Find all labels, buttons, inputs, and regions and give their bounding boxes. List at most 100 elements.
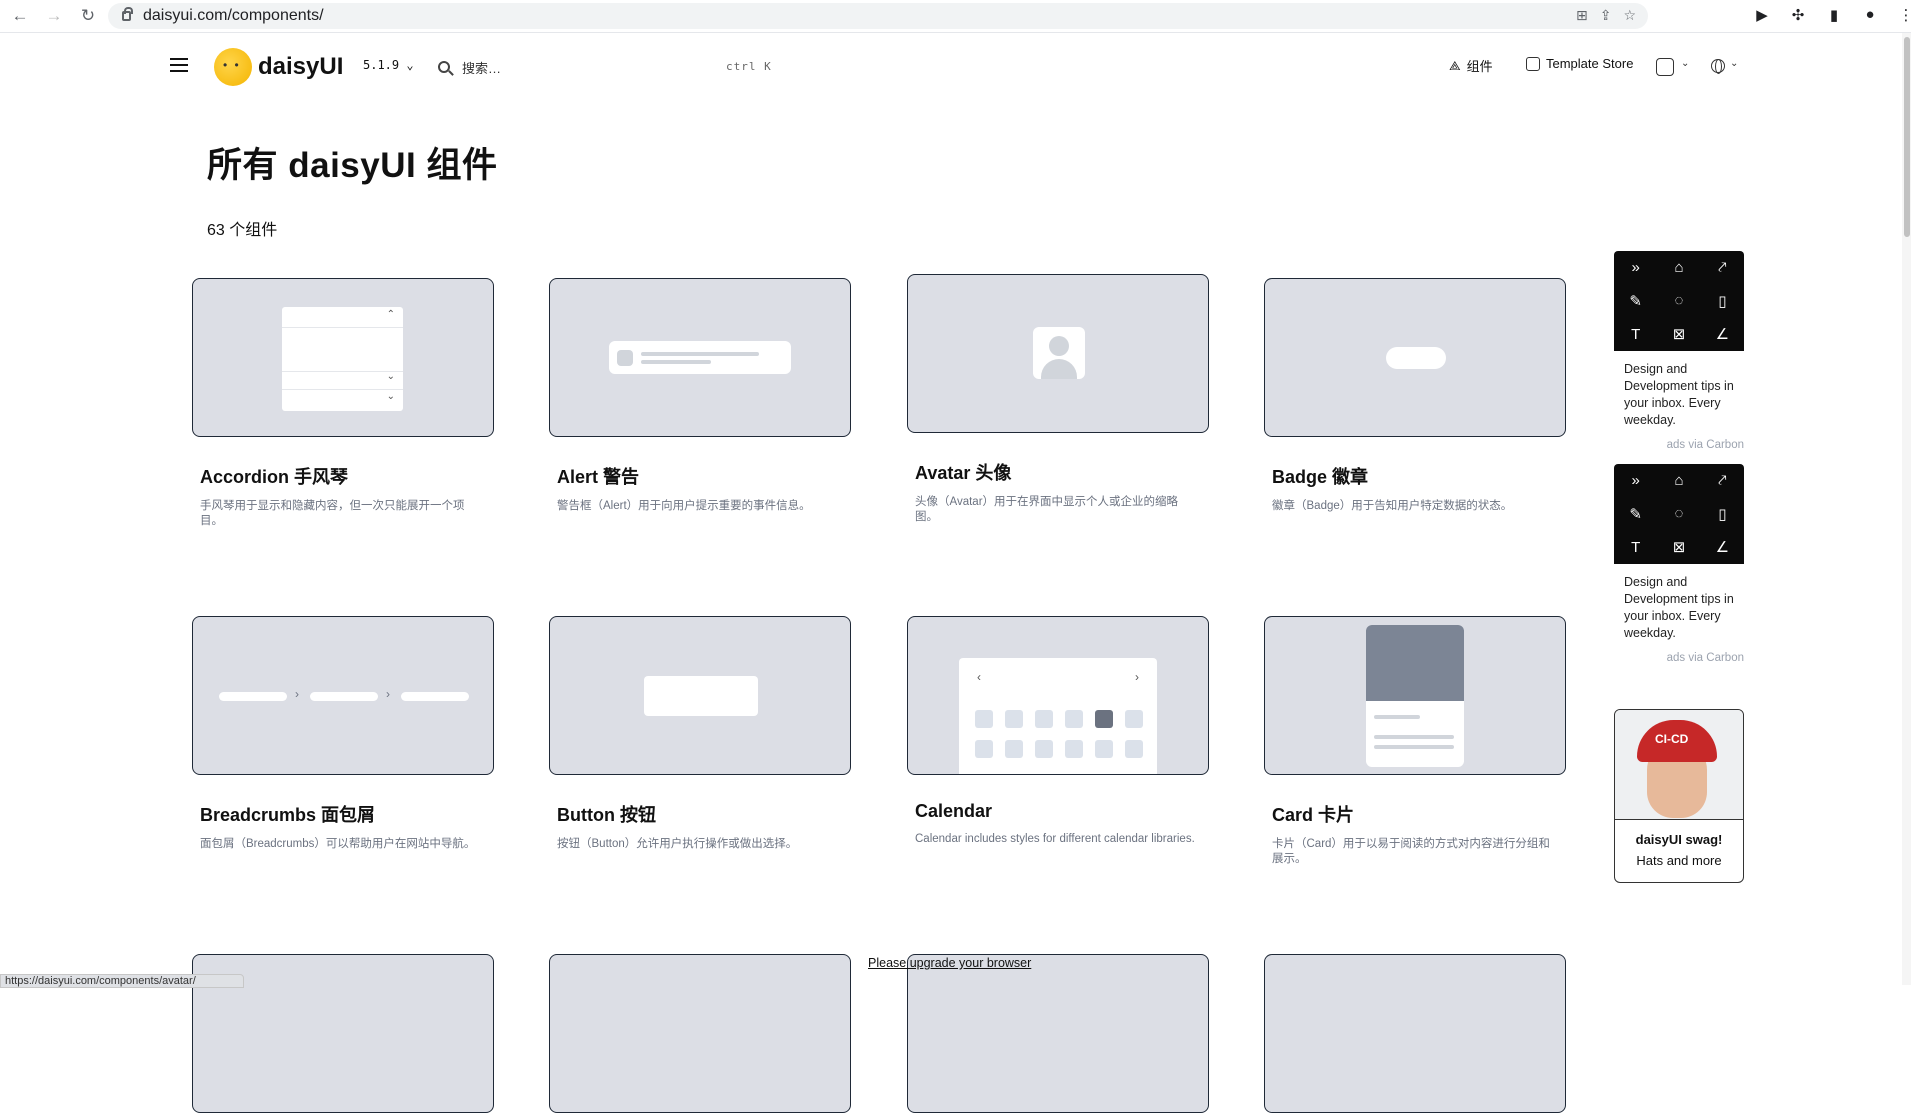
store-icon <box>1526 56 1540 71</box>
double-chevron-icon: » <box>1631 259 1640 277</box>
component-card-avatar[interactable]: Avatar 头像 头像（Avatar）用于在界面中显示个人或企业的缩略图。 <box>907 274 1209 525</box>
version-label: 5.1.9 <box>363 58 400 72</box>
version-dropdown[interactable]: 5.1.9 ⌄ <box>363 58 414 72</box>
extensions-icon[interactable]: ✣ <box>1788 6 1808 24</box>
hamburger-menu-icon[interactable] <box>170 58 188 72</box>
card-title: Button 按钮 <box>557 805 656 825</box>
page-title: 所有 daisyUI 组件 <box>207 146 498 185</box>
ad-via[interactable]: ads via Carbon <box>1614 652 1744 664</box>
component-card-alert[interactable]: Alert 警告 警告框（Alert）用于向用户提示重要的事件信息。 <box>549 278 851 514</box>
address-bar[interactable]: daisyui.com/components/ ⊞ ⇪ ☆ <box>108 3 1648 29</box>
swag-title: daisyUI swag! <box>1635 832 1723 847</box>
home-icon: ⌂ <box>1674 472 1684 490</box>
language-globe-icon[interactable] <box>1711 59 1725 74</box>
browser-toolbar: ← → ↻ daisyui.com/components/ ⊞ ⇪ ☆ ▶ ✣ … <box>0 0 1911 33</box>
logo-text: daisyUI <box>258 53 344 80</box>
button-shape <box>644 676 758 716</box>
card-description: 手风琴用于显示和隐藏内容，但一次只能展开一个项目。 <box>200 500 465 527</box>
alert-preview <box>549 278 851 437</box>
component-card-partial[interactable] <box>549 954 851 1113</box>
scrollbar-thumb[interactable] <box>1904 37 1910 237</box>
nav-template-store-link[interactable]: Template Store <box>1526 56 1633 71</box>
card-description: 卡片（Card）用于以易于阅读的方式对内容进行分组和展示。 <box>1272 838 1550 865</box>
alert-box <box>609 341 791 374</box>
file-icon: ▯ <box>1718 292 1727 310</box>
bookmark-star-icon[interactable]: ☆ <box>1623 7 1636 24</box>
card-title: Card 卡片 <box>1272 805 1355 825</box>
card-description: 按钮（Button）允许用户执行操作或做出选择。 <box>557 838 798 850</box>
carbon-ad[interactable]: » ⌂ ⤤ ✎ ◌ ▯ T ⊠ ∠ Design and Development… <box>1614 251 1744 451</box>
swag-promo[interactable]: CI-CD daisyUI swag! Hats and more <box>1614 709 1744 883</box>
logo[interactable]: daisyUI <box>214 48 343 86</box>
pen-icon: ✎ <box>1629 505 1642 523</box>
chevron-left-icon: ‹ <box>977 670 981 684</box>
component-card-card[interactable]: Card 卡片 卡片（Card）用于以易于阅读的方式对内容进行分组和展示。 <box>1264 616 1566 867</box>
component-card-badge[interactable]: Badge 徽章 徽章（Badge）用于告知用户特定数据的状态。 <box>1264 278 1566 514</box>
forward-icon[interactable]: → <box>40 2 68 30</box>
cursor-plus-icon: ⤤ <box>1718 259 1727 277</box>
chevron-down-icon: ⌄ <box>406 58 414 72</box>
component-card-calendar[interactable]: ‹ › Calendar Calendar includes styles fo… <box>907 616 1209 847</box>
badge-preview <box>1264 278 1566 437</box>
status-bar-url: https://daisyui.com/components/avatar/ <box>0 974 244 988</box>
ad-via[interactable]: ads via Carbon <box>1614 439 1744 451</box>
accordion-box: ⌃ ⌄ ⌄ <box>282 307 403 411</box>
card-description: 头像（Avatar）用于在界面中显示个人或企业的缩略图。 <box>915 496 1179 523</box>
lasso-icon: ◌ <box>1674 505 1684 523</box>
theme-toggle-button[interactable] <box>1656 58 1674 76</box>
back-icon[interactable]: ← <box>6 2 34 30</box>
ad-text: Design and Development tips in your inbo… <box>1624 575 1734 640</box>
component-card-breadcrumbs[interactable]: › › Breadcrumbs 面包屑 面包屑（Breadcrumbs）可以帮助… <box>192 616 494 852</box>
angle-icon: ∠ <box>1715 326 1730 344</box>
calendar-preview: ‹ › <box>907 616 1209 775</box>
card-preview <box>1264 954 1566 1113</box>
swag-subtitle: Hats and more <box>1636 853 1722 868</box>
search-input[interactable]: 搜索… ctrl K <box>438 54 798 80</box>
daisyui-logo-icon <box>214 48 252 86</box>
component-card-partial[interactable] <box>907 954 1209 1113</box>
menu-kebab-icon[interactable]: ⋮ <box>1896 6 1911 24</box>
chevron-right-icon: › <box>1135 670 1139 684</box>
avatar-box <box>1033 327 1085 379</box>
component-count: 63 个组件 <box>207 222 278 239</box>
card-title: Breadcrumbs 面包屑 <box>200 805 376 825</box>
avatar-preview <box>907 274 1209 433</box>
file-icon: ▯ <box>1718 505 1727 523</box>
search-icon <box>438 61 450 73</box>
side-panel-icon[interactable]: ▮ <box>1824 6 1844 24</box>
chevron-right-icon: › <box>295 687 299 701</box>
reload-icon[interactable]: ↻ <box>74 2 102 30</box>
cursor-plus-icon: ⤤ <box>1718 472 1727 490</box>
card-title: Accordion 手风琴 <box>200 467 349 487</box>
component-card-accordion[interactable]: ⌃ ⌄ ⌄ Accordion 手风琴 手风琴用于显示和隐藏内容，但一次只能展开… <box>192 278 494 529</box>
ad-image: » ⌂ ⤤ ✎ ◌ ▯ T ⊠ ∠ <box>1614 251 1744 351</box>
media-play-icon[interactable]: ▶ <box>1752 6 1772 24</box>
card-description: Calendar includes styles for different c… <box>915 833 1195 845</box>
card-title: Calendar <box>915 801 993 821</box>
button-preview <box>549 616 851 775</box>
share-icon[interactable]: ⇪ <box>1600 7 1612 24</box>
language-chevron-down-icon: ⌄ <box>1730 58 1739 69</box>
profile-icon[interactable]: ● <box>1860 6 1880 24</box>
url-text: daisyui.com/components/ <box>143 7 324 24</box>
double-chevron-icon: » <box>1631 472 1640 490</box>
carbon-ad[interactable]: » ⌂ ⤤ ✎ ◌ ▯ T ⊠ ∠ Design and Development… <box>1614 464 1744 664</box>
card-preview <box>1264 616 1566 775</box>
search-shortcut: ctrl K <box>726 60 772 73</box>
angle-icon: ∠ <box>1715 539 1730 557</box>
translate-icon[interactable]: ⊞ <box>1576 7 1588 24</box>
card-preview <box>549 954 851 1113</box>
pen-icon: ✎ <box>1629 292 1642 310</box>
badge-pill <box>1386 347 1446 369</box>
nav-components-link[interactable]: ⟁ 组件 <box>1449 56 1493 75</box>
component-card-partial[interactable] <box>1264 954 1566 1113</box>
frame-icon: ⊠ <box>1672 326 1686 344</box>
theme-chevron-down-icon: ⌄ <box>1681 58 1690 69</box>
calendar-box: ‹ › <box>959 658 1157 774</box>
component-card-button[interactable]: Button 按钮 按钮（Button）允许用户执行操作或做出选择。 <box>549 616 851 852</box>
text-icon: T <box>1631 325 1641 343</box>
chevron-up-icon: ⌃ <box>386 309 395 320</box>
upgrade-browser-link[interactable]: Please upgrade your browser <box>868 956 1031 970</box>
search-placeholder: 搜索… <box>462 60 502 76</box>
page-scrollbar[interactable] <box>1902 33 1911 985</box>
